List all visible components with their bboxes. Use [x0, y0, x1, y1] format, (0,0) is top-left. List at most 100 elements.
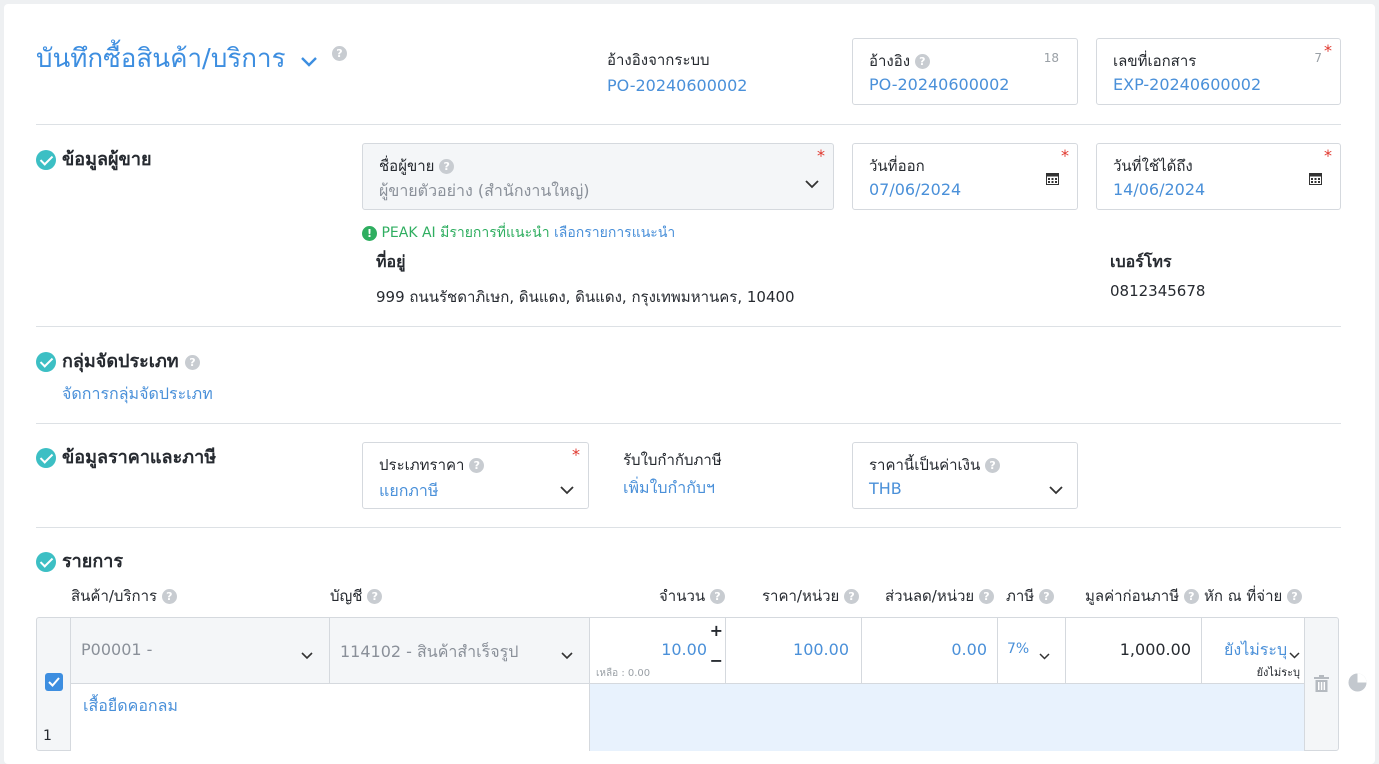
column-header-withholding: หัก ณ ที่จ่าย ?: [1204, 584, 1303, 608]
required-icon: *: [817, 146, 825, 165]
increment-icon[interactable]: +: [710, 621, 723, 640]
chevron-down-icon[interactable]: [300, 45, 318, 75]
price-type-select[interactable]: ประเภทราคา ? * แยกภาษี: [362, 442, 589, 509]
currency-select[interactable]: ราคานี้เป็นค่าเงิน ? THB: [852, 442, 1078, 509]
help-icon[interactable]: ?: [978, 589, 994, 604]
chevron-down-icon[interactable]: [1039, 645, 1050, 664]
items-section-title: รายการ: [36, 546, 123, 575]
ai-suggestion-link[interactable]: เลือกรายการแนะนำ: [554, 225, 675, 241]
valid-until-label: วันที่ใช้ได้ถึง: [1113, 157, 1193, 175]
help-icon[interactable]: ?: [332, 46, 347, 61]
column-header-pre-tax: มูลค่าก่อนภาษี ?: [1085, 584, 1199, 608]
account-select[interactable]: 114102 - สินค้าสำเร็จรูป: [330, 618, 590, 683]
doc-number-label: เลขที่เอกสาร: [1113, 52, 1197, 70]
column-header-tax: ภาษี ?: [1006, 584, 1054, 608]
valid-until-field[interactable]: วันที่ใช้ได้ถึง * 14/06/2024: [1096, 143, 1341, 210]
calendar-icon[interactable]: [1046, 170, 1059, 189]
help-icon[interactable]: ?: [1038, 589, 1054, 604]
check-circle-icon: [36, 448, 56, 468]
column-header-unit-price: ราคา/หน่วย ?: [762, 584, 860, 608]
pie-chart-icon[interactable]: [1348, 673, 1367, 696]
tax-select[interactable]: 7%: [998, 618, 1066, 683]
doc-number-char-count: 7: [1314, 51, 1322, 65]
help-icon[interactable]: ?: [1287, 589, 1303, 604]
vendor-name-select[interactable]: ชื่อผู้ขาย ? * ผู้ขายตัวอย่าง (สำนักงานใ…: [362, 143, 834, 210]
page-title-text: บันทึกซื้อสินค้า/บริการ: [36, 44, 286, 74]
item-detail-area: [590, 683, 1305, 751]
alert-icon: !: [362, 225, 377, 241]
page-title[interactable]: บันทึกซื้อสินค้า/บริการ: [36, 38, 318, 79]
reference-label: อ้างอิง ?: [869, 49, 930, 73]
chevron-down-icon[interactable]: [301, 645, 313, 664]
help-icon[interactable]: ?: [439, 159, 455, 174]
chevron-down-icon[interactable]: [1049, 480, 1063, 499]
required-icon: *: [1061, 146, 1069, 165]
phone-label: เบอร์โทร: [1110, 252, 1172, 271]
price-type-label: ประเภทราคา ?: [379, 453, 485, 477]
decrement-icon[interactable]: −: [710, 651, 723, 670]
pricing-section-title: ข้อมูลราคาและภาษี: [36, 442, 216, 471]
ref-system-link[interactable]: PO-20240600002: [607, 76, 747, 95]
calendar-icon[interactable]: [1309, 170, 1322, 189]
pre-tax-value: 1,000.00: [1119, 640, 1191, 659]
unit-price-value: 100.00: [793, 640, 849, 659]
add-tax-invoice-link[interactable]: เพิ่มใบกำกับฯ: [623, 476, 715, 501]
discount-input[interactable]: 0.00: [862, 618, 998, 683]
column-header-product: สินค้า/บริการ ?: [71, 584, 177, 608]
chevron-down-icon[interactable]: [560, 480, 574, 499]
phone-value: 0812345678: [1110, 282, 1206, 300]
help-icon[interactable]: ?: [985, 458, 1001, 473]
vendor-section-title: ข้อมูลผู้ขาย: [36, 144, 152, 173]
divider: [36, 423, 1341, 424]
description-input[interactable]: เสื้อยืดคอกลม: [70, 683, 590, 751]
manage-category-link[interactable]: จัดการกลุ่มจัดประเภท: [62, 382, 213, 407]
chevron-down-icon[interactable]: [1289, 644, 1300, 663]
vendor-name-value: ผู้ขายตัวอย่าง (สำนักงานใหญ่): [379, 181, 590, 200]
required-icon: *: [1324, 41, 1332, 60]
help-icon[interactable]: ?: [469, 458, 485, 473]
vendor-name-label: ชื่อผู้ขาย ?: [379, 154, 455, 178]
withholding-value: ยังไม่ระบุ: [1224, 640, 1288, 659]
quantity-value: 10.00: [661, 640, 707, 659]
column-header-account: บัญชี ?: [330, 584, 383, 608]
valid-until-value: 14/06/2024: [1113, 180, 1206, 199]
discount-value: 0.00: [951, 640, 987, 659]
reference-char-count: 18: [1043, 51, 1059, 65]
reference-field[interactable]: อ้างอิง ? 18 PO-20240600002: [852, 38, 1078, 105]
address-label: ที่อยู่: [376, 252, 406, 271]
tax-invoice-label: รับใบกำกับภาษี: [623, 451, 722, 469]
unit-price-input[interactable]: 100.00: [726, 618, 862, 683]
chevron-down-icon[interactable]: [561, 645, 573, 664]
check-circle-icon: [36, 552, 56, 572]
product-select[interactable]: P00001 -: [70, 618, 330, 683]
column-header-discount: ส่วนลด/หน่วย ?: [885, 584, 994, 608]
pre-tax-amount: 1,000.00: [1066, 618, 1202, 683]
help-icon[interactable]: ?: [844, 589, 860, 604]
check-circle-icon: [36, 150, 56, 170]
help-icon[interactable]: ?: [914, 54, 930, 69]
required-icon: *: [1324, 146, 1332, 165]
row-index: 1: [43, 728, 52, 744]
required-icon: *: [572, 445, 580, 464]
help-icon[interactable]: ?: [184, 354, 200, 370]
help-icon[interactable]: ?: [161, 589, 177, 604]
currency-value: THB: [869, 479, 902, 498]
row-checkbox[interactable]: [45, 673, 63, 691]
currency-label: ราคานี้เป็นค่าเงิน ?: [869, 453, 1001, 477]
issue-date-value: 07/06/2024: [869, 180, 962, 199]
address-value: 999 ถนนรัชดาภิเษก, ดินแดง, ดินแดง, กรุงเ…: [376, 288, 795, 306]
help-icon[interactable]: ?: [367, 589, 383, 604]
chevron-down-icon[interactable]: [805, 174, 819, 193]
quantity-stepper[interactable]: 10.00 + − เหลือ : 0.00: [590, 618, 726, 683]
doc-number-field[interactable]: เลขที่เอกสาร 7 * EXP-20240600002: [1096, 38, 1341, 105]
trash-icon[interactable]: [1314, 675, 1329, 696]
check-circle-icon: [36, 352, 56, 372]
category-section-title: กลุ่มจัดประเภท ?: [36, 346, 200, 375]
help-icon[interactable]: ?: [709, 589, 725, 604]
withholding-select[interactable]: ยังไม่ระบุ ยังไม่ระบุ: [1202, 618, 1305, 683]
column-header-quantity: จำนวน ?: [659, 584, 725, 608]
issue-date-field[interactable]: วันที่ออก * 07/06/2024: [852, 143, 1078, 210]
reference-value: PO-20240600002: [869, 75, 1010, 94]
divider: [36, 124, 1341, 125]
help-icon[interactable]: ?: [1183, 589, 1199, 604]
